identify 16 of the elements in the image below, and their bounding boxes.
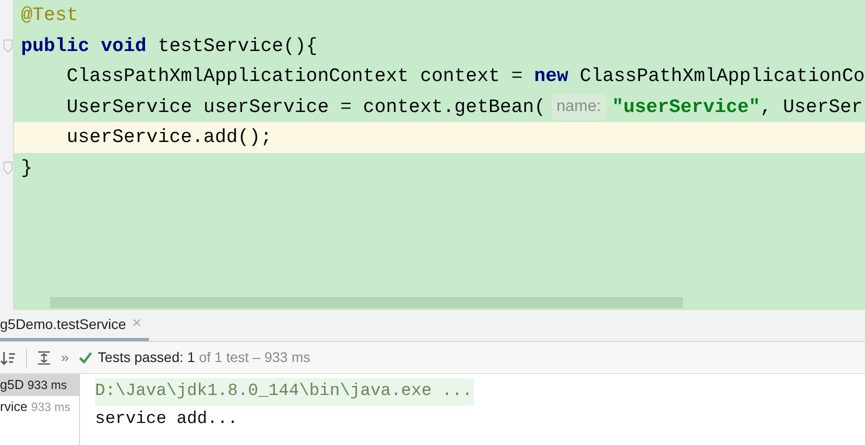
code-line: @Test bbox=[20, 3, 80, 28]
fold-icon[interactable] bbox=[3, 160, 13, 174]
test-status: Tests passed: 1 of 1 test – 933 ms bbox=[98, 348, 310, 367]
check-icon bbox=[78, 352, 92, 364]
code-line: ClassPathXmlApplicationContext context = new ClassPathXmlApplicationCo bbox=[66, 64, 865, 89]
fold-icon[interactable] bbox=[3, 38, 13, 52]
parameter-hint: name: bbox=[552, 94, 606, 120]
test-tree-item[interactable]: rvice 933 ms bbox=[0, 396, 79, 418]
more-button[interactable]: » bbox=[61, 347, 69, 368]
code-line: } bbox=[14, 152, 865, 183]
code-line: public void testService(){ bbox=[14, 30, 865, 61]
code-line: UserService userService = context.getBean( name: "userService", UserSer bbox=[14, 92, 865, 122]
test-tree-item[interactable]: g5D 933 ms bbox=[0, 374, 79, 396]
expand-icon[interactable] bbox=[37, 350, 51, 364]
console-line: service add... bbox=[95, 409, 239, 432]
sort-icon[interactable] bbox=[0, 350, 16, 364]
